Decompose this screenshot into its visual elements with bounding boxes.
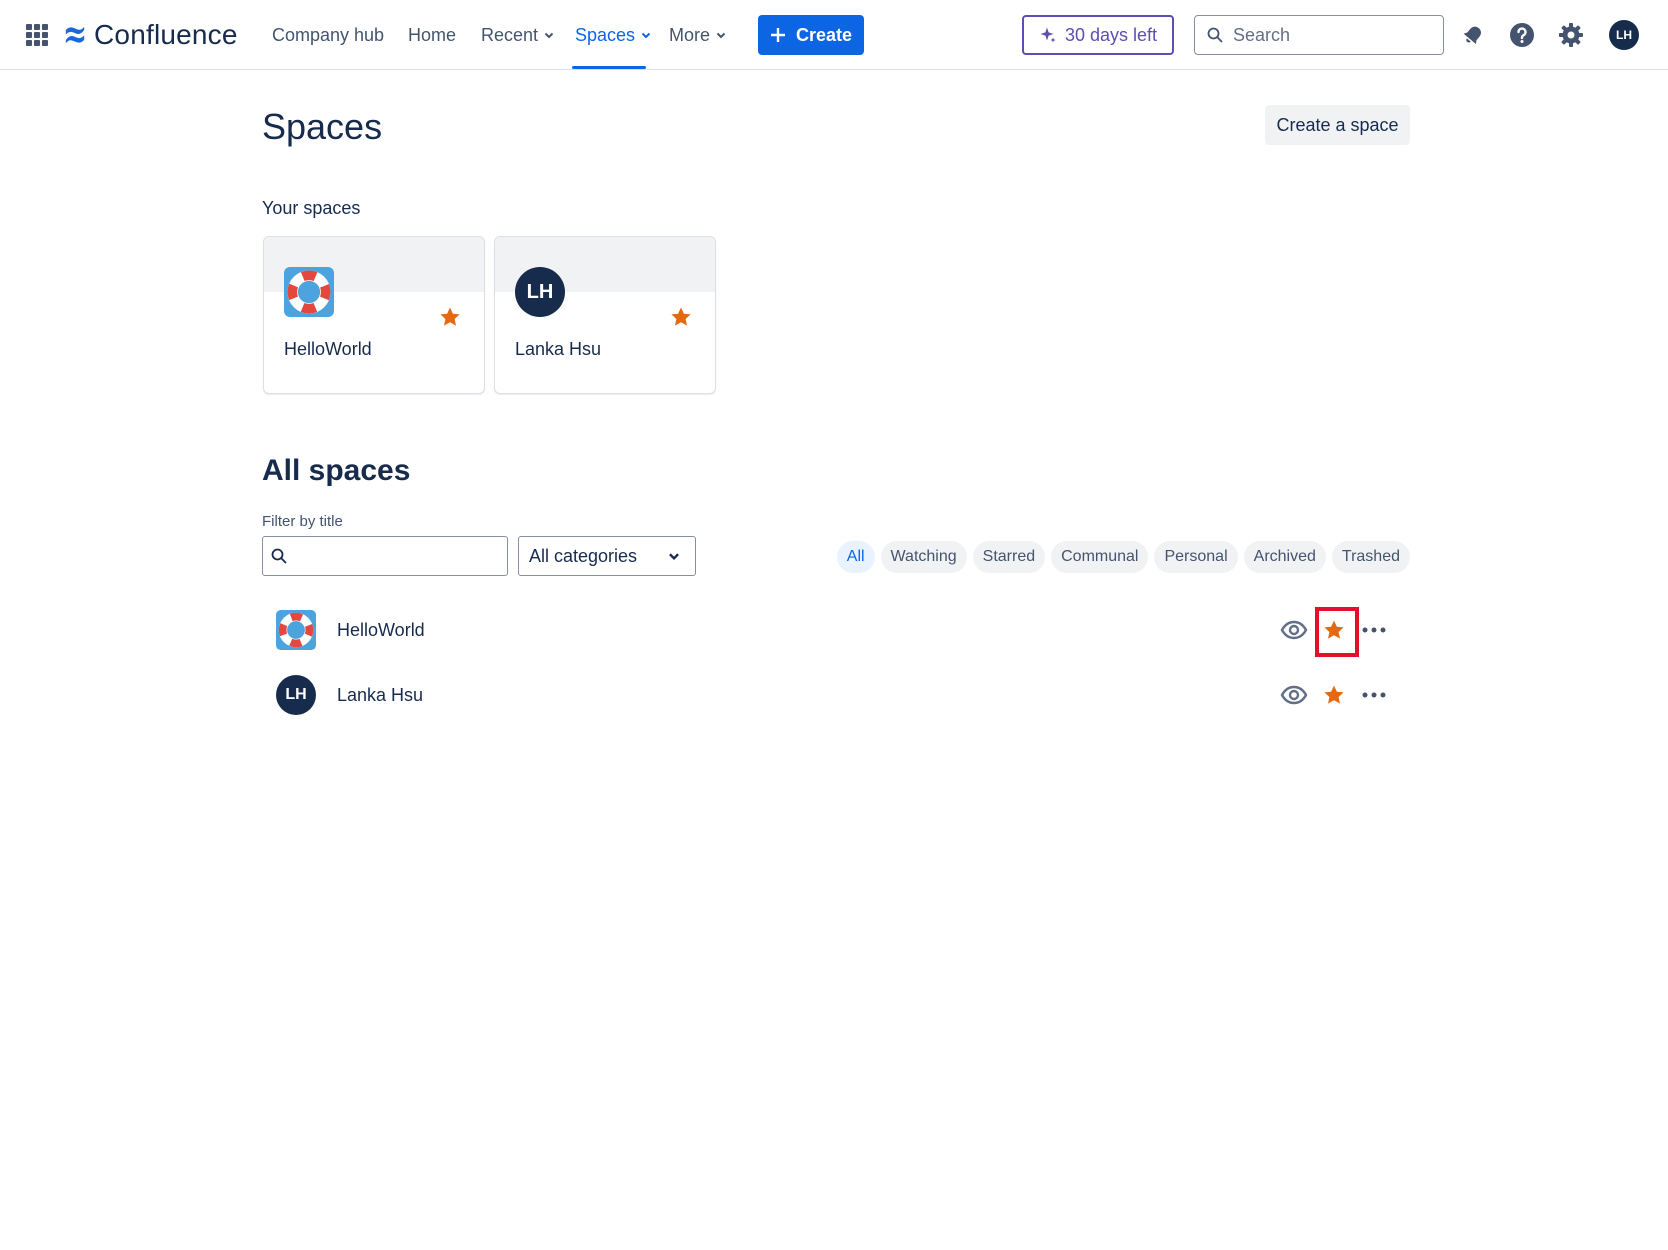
all-spaces-heading: All spaces xyxy=(262,454,411,487)
more-actions-button[interactable] xyxy=(1358,614,1390,646)
sparkle-icon xyxy=(1040,27,1056,43)
chip-archived[interactable]: Archived xyxy=(1243,541,1326,573)
star-button[interactable] xyxy=(1318,679,1350,711)
eye-icon xyxy=(1280,620,1308,640)
nav-label: Spaces xyxy=(575,24,636,45)
nav-label: Home xyxy=(408,24,457,45)
space-name-link[interactable]: HelloWorld xyxy=(337,620,425,641)
filter-label: Filter by title xyxy=(262,513,343,530)
page-title: Spaces xyxy=(262,106,383,147)
category-select-value: All categories xyxy=(529,545,638,566)
more-icon xyxy=(1362,692,1386,698)
help-button[interactable] xyxy=(1506,19,1538,51)
more-actions-button[interactable] xyxy=(1358,679,1390,711)
space-row-lanka-hsu: LH Lanka Hsu xyxy=(262,667,1410,723)
create-button[interactable]: Create xyxy=(758,15,864,55)
help-icon xyxy=(1510,23,1534,47)
notifications-button[interactable] xyxy=(1457,19,1489,51)
eye-icon xyxy=(1280,685,1308,705)
chevron-down-icon xyxy=(544,32,554,39)
app-switcher-icon[interactable] xyxy=(26,24,48,46)
space-card-name: HelloWorld xyxy=(284,339,372,359)
nav-home[interactable]: Home xyxy=(408,22,456,48)
chip-trashed[interactable]: Trashed xyxy=(1331,541,1410,573)
star-icon xyxy=(1324,685,1344,704)
star-icon[interactable] xyxy=(669,305,693,329)
search-icon xyxy=(271,548,287,564)
chip-watching[interactable]: Watching xyxy=(880,541,967,573)
confluence-logo[interactable]: Confluence xyxy=(64,18,238,52)
search-input[interactable] xyxy=(1233,24,1433,46)
trial-label: 30 days left xyxy=(1064,24,1158,45)
watch-button[interactable] xyxy=(1278,679,1310,711)
space-row-helloworld: HelloWorld xyxy=(262,602,1410,658)
nav-label: Company hub xyxy=(272,24,385,45)
notifications-icon xyxy=(1463,26,1481,44)
plus-icon xyxy=(770,28,785,42)
nav-recent[interactable]: Recent xyxy=(481,22,555,48)
lifebuoy-icon xyxy=(276,610,316,650)
trial-button[interactable]: 30 days left xyxy=(1022,15,1174,55)
create-space-button[interactable]: Create a space xyxy=(1265,105,1410,145)
nav-label: More xyxy=(669,24,711,45)
lifebuoy-icon xyxy=(284,267,334,317)
active-nav-indicator xyxy=(572,66,646,69)
nav-company-hub[interactable]: Company hub xyxy=(272,22,384,48)
space-name-link[interactable]: Lanka Hsu xyxy=(337,685,423,706)
confluence-logo-icon xyxy=(65,26,85,44)
watch-button[interactable] xyxy=(1278,614,1310,646)
space-avatar: LH xyxy=(276,675,316,715)
top-navigation: Confluence Company hub Home Recent Space… xyxy=(0,0,1668,70)
space-card-lanka-hsu[interactable]: LH Lanka Hsu xyxy=(494,236,716,394)
nav-spaces[interactable]: Spaces xyxy=(575,22,652,48)
chip-starred[interactable]: Starred xyxy=(972,541,1046,573)
star-icon[interactable] xyxy=(438,305,462,329)
filter-by-title[interactable] xyxy=(262,536,508,576)
star-button[interactable] xyxy=(1318,614,1350,646)
search-icon xyxy=(1207,27,1223,43)
nav-label: Recent xyxy=(481,24,539,45)
space-filter-chips: All Watching Starred Communal Personal A… xyxy=(836,541,1410,573)
chevron-down-icon xyxy=(669,553,679,560)
global-search[interactable] xyxy=(1194,15,1444,55)
filter-input[interactable] xyxy=(295,547,495,565)
chip-all[interactable]: All xyxy=(836,541,875,573)
your-spaces-heading: Your spaces xyxy=(262,198,361,218)
settings-button[interactable] xyxy=(1555,19,1587,51)
more-icon xyxy=(1362,627,1386,633)
settings-icon xyxy=(1559,23,1583,47)
space-card-helloworld[interactable]: HelloWorld xyxy=(263,236,485,394)
user-avatar[interactable]: LH xyxy=(1609,20,1639,50)
nav-more[interactable]: More xyxy=(669,22,727,48)
star-icon xyxy=(1324,620,1344,639)
chevron-down-icon xyxy=(641,32,651,39)
category-select[interactable]: All categories xyxy=(518,536,696,576)
app-name: Confluence xyxy=(94,19,238,50)
chip-communal[interactable]: Communal xyxy=(1051,541,1149,573)
space-card-name: Lanka Hsu xyxy=(515,339,602,359)
create-label: Create xyxy=(795,24,853,45)
space-avatar: LH xyxy=(515,267,565,317)
chip-personal[interactable]: Personal xyxy=(1154,541,1238,573)
chevron-down-icon xyxy=(716,32,726,39)
